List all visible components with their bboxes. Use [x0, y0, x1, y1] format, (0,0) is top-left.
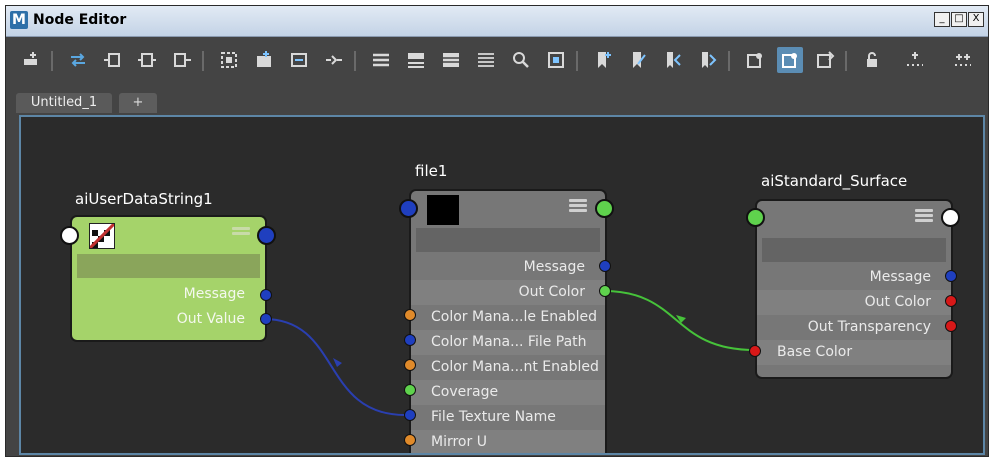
attr-row-message: Message	[523, 259, 585, 275]
port-out-value[interactable]	[260, 313, 272, 325]
minimize-button[interactable]: _	[934, 12, 950, 27]
port-message-out[interactable]	[599, 260, 611, 272]
bookmark-next-icon[interactable]	[695, 47, 721, 73]
graph-settings-active-icon[interactable]	[777, 47, 803, 73]
bookmark-edit-icon[interactable]	[625, 47, 651, 73]
port-color-management-enabled[interactable]	[404, 309, 416, 321]
add-node-icon[interactable]	[18, 47, 44, 73]
node-aiuserdatastring1[interactable]: Message Out Value	[70, 215, 267, 342]
attr-row-out-transparency: Out Transparency	[807, 319, 931, 335]
port-message-out[interactable]	[945, 270, 957, 282]
grid-icon[interactable]	[902, 47, 928, 73]
bookmark-prev-icon[interactable]	[660, 47, 686, 73]
port-message-out[interactable]	[260, 289, 272, 301]
node-aistandard-surface[interactable]: Message Out Color Out Transparency Base …	[755, 199, 953, 379]
attr-row-color-management-enabled: Color Mana...le Enabled	[431, 309, 597, 325]
node-title-user-data: aiUserDataString1	[75, 190, 213, 208]
graph-settings-icon[interactable]	[742, 47, 768, 73]
title-bar: M Node Editor _ □ X	[6, 6, 988, 37]
connection-out-value-to-file-texture-name	[263, 318, 406, 416]
node-name-field[interactable]	[77, 254, 260, 278]
toolbar	[6, 37, 988, 83]
attr-row-out-color: Out Color	[411, 280, 605, 305]
snap-grid-icon[interactable]	[950, 47, 976, 73]
maximize-button[interactable]: □	[951, 12, 967, 27]
swap-icon[interactable]	[65, 47, 91, 73]
maya-app-icon: M	[10, 11, 28, 29]
bookmark-add-icon[interactable]	[590, 47, 616, 73]
attr-row-mirror-u: Mirror U	[411, 430, 605, 453]
node-input-port[interactable]	[746, 208, 765, 227]
attr-row-base-color: Base Color	[757, 340, 951, 365]
attr-row-color-management-constant-enabled: Color Mana...nt Enabled	[431, 359, 599, 375]
attr-row-coverage: Coverage	[411, 380, 605, 405]
attr-row-color-management-file-path: Color Mana... File Path	[411, 330, 605, 355]
layout-icon[interactable]	[321, 47, 347, 73]
input-connections-icon[interactable]	[99, 47, 125, 73]
lock-icon[interactable]	[859, 47, 885, 73]
node-output-port[interactable]	[257, 226, 276, 245]
port-base-color[interactable]	[749, 345, 761, 357]
node-title-shader: aiStandard_Surface	[761, 172, 908, 190]
full-mode-icon[interactable]	[438, 47, 464, 73]
port-file-texture-name[interactable]	[404, 409, 416, 421]
node-menu-icon[interactable]	[915, 207, 933, 223]
snapshot-icon[interactable]	[543, 47, 569, 73]
attr-row-out-value: Out Value	[176, 311, 245, 327]
node-name-field[interactable]	[416, 228, 600, 252]
toggle-attr-icon[interactable]	[812, 47, 838, 73]
attr-row-message: Message	[869, 269, 931, 285]
tab-untitled-1[interactable]: Untitled_1	[16, 93, 112, 113]
node-input-port[interactable]	[399, 199, 418, 218]
port-out-color[interactable]	[945, 295, 957, 307]
node-editor-window: M Node Editor _ □ X Untitled_1 + aiUserD…	[5, 5, 989, 457]
node-menu-icon[interactable]	[232, 225, 250, 241]
frame-selection-icon[interactable]	[251, 47, 277, 73]
io-connections-icon[interactable]	[134, 47, 160, 73]
node-menu-icon[interactable]	[569, 197, 587, 213]
add-tab-button[interactable]: +	[119, 93, 157, 113]
close-button[interactable]: X	[968, 12, 984, 27]
attr-row-out-color: Out Color	[757, 290, 951, 315]
node-file1[interactable]: Message Out Color Color Mana...le Enable…	[409, 189, 607, 453]
connection-arrow-blue	[333, 358, 342, 367]
user-data-icon	[89, 223, 115, 249]
port-color-management-constant-enabled[interactable]	[404, 359, 416, 371]
port-out-color[interactable]	[599, 285, 611, 297]
port-color-management-file-path[interactable]	[404, 334, 416, 346]
clear-graph-icon[interactable]	[286, 47, 312, 73]
node-output-port[interactable]	[595, 199, 614, 218]
node-input-port[interactable]	[60, 226, 79, 245]
connected-mode-icon[interactable]	[403, 47, 429, 73]
node-title-file: file1	[415, 162, 448, 180]
window-title: Node Editor	[33, 12, 127, 28]
graph-canvas[interactable]: aiUserDataString1 Message Out Value file…	[19, 115, 985, 455]
attr-row-file-texture-name: File Texture Name	[431, 409, 556, 425]
port-out-transparency[interactable]	[945, 320, 957, 332]
node-name-field[interactable]	[762, 238, 946, 262]
port-coverage[interactable]	[404, 384, 416, 396]
attr-row-message: Message	[183, 286, 245, 302]
tab-bar: Untitled_1 +	[6, 91, 988, 115]
simple-mode-icon[interactable]	[368, 47, 394, 73]
custom-mode-icon[interactable]	[473, 47, 499, 73]
search-icon[interactable]	[508, 47, 534, 73]
color-swatch	[427, 195, 459, 225]
port-mirror-u[interactable]	[404, 434, 416, 446]
node-output-port[interactable]	[941, 208, 960, 227]
frame-all-icon[interactable]	[216, 47, 242, 73]
output-connections-icon[interactable]	[169, 47, 195, 73]
